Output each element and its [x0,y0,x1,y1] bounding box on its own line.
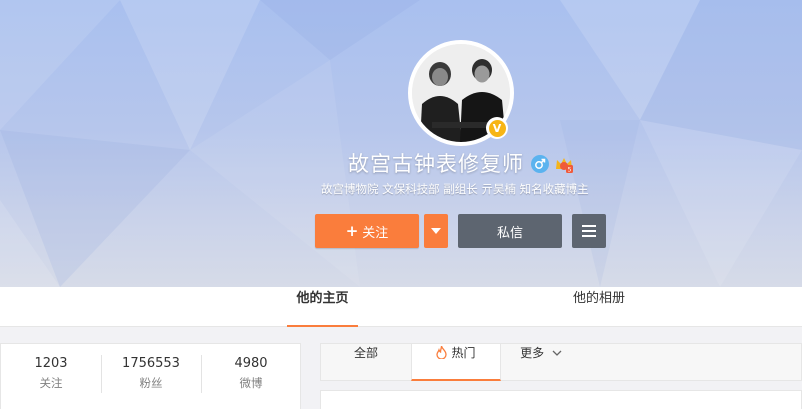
feed-tab-all[interactable]: 全部 [321,344,411,381]
stat-posts-label: 微博 [239,376,263,390]
feed-tab-hot[interactable]: 热门 [411,344,501,381]
crown-icon[interactable]: 5 [554,156,574,174]
message-button[interactable]: 私信 [458,214,562,248]
stat-following[interactable]: 1203 关注 [1,344,101,409]
profile-name: 故宫古钟表修复师 [348,152,524,176]
feed-tabs: 全部 热门 更多 [320,343,802,381]
follow-button-label: 关注 [362,225,389,241]
verified-badge-letter: V [488,119,506,137]
stat-followers-value: 1756553 [122,356,180,371]
more-menu-button[interactable] [572,214,606,248]
menu-icon [582,225,596,237]
stat-following-value: 1203 [34,356,68,371]
svg-text:5: 5 [568,167,572,174]
tab-home[interactable]: 他的主页 [287,287,358,327]
profile-tabbar: 他的主页 他的相册 [0,287,802,327]
plus-icon: + [345,222,359,240]
follow-button[interactable]: + 关注 [315,214,419,248]
fire-icon [436,345,448,360]
stats-card: 1203 关注 1756553 粉丝 4980 微博 [0,343,301,409]
feed-content [320,390,802,409]
dropdown-arrow-icon [431,228,441,234]
follow-dropdown-button[interactable] [424,214,448,248]
tab-album[interactable]: 他的相册 [562,287,636,327]
chevron-down-icon [552,350,562,356]
profile-description: 故宫博物院 文保科技部 副组长 亓昊楠 知名收藏博主 [321,182,589,196]
stat-followers-label: 粉丝 [139,376,163,390]
stat-posts[interactable]: 4980 微博 [201,344,301,409]
feed-tab-more-label: 更多 [520,346,545,360]
message-button-label: 私信 [496,225,523,241]
feed-tab-hot-label: 热门 [451,346,476,360]
verified-icon: V [486,117,508,139]
male-icon [531,155,549,173]
stat-posts-value: 4980 [234,356,268,371]
stat-following-label: 关注 [39,376,63,390]
stat-followers[interactable]: 1756553 粉丝 [101,344,201,409]
feed-tab-more[interactable]: 更多 [511,344,571,381]
